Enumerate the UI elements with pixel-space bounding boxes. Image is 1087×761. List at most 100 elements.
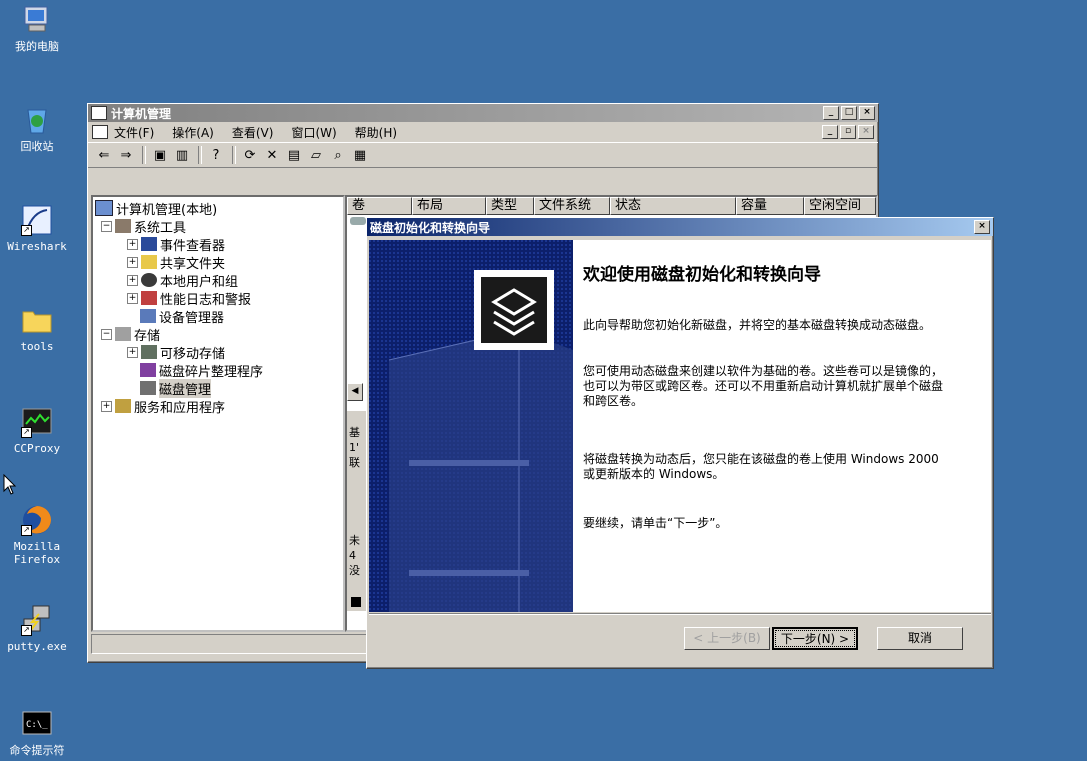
back-arrow-icon[interactable]: ⇐ [94,146,114,164]
cancel-button[interactable]: 取消 [877,627,963,650]
desktop-icon-recycle-bin[interactable]: 回收站 [0,104,74,153]
wizard-paragraph-1: 此向导帮助您初始化新磁盘，并将空的基本磁盘转换成动态磁盘。 [583,318,932,332]
collapse-toggle[interactable]: − [101,220,112,232]
wizard-paragraph-2: 您可使用动态磁盘来创建以软件为基础的卷。这些卷可以是镜像的，也可以为带区或跨区卷… [583,364,944,408]
tree-node-label: 共享文件夹 [160,256,226,272]
tree-node-label: 存储 [134,328,161,344]
delete-icon[interactable]: ✕ [262,146,282,164]
partial-text: 联 [349,456,360,469]
horizontal-scroll-left-button[interactable]: ◀ [347,383,363,401]
partial-text: 未 [349,534,360,547]
desktop-icon-label: 命令提示符 [9,744,65,757]
desktop-icon-label: CCProxy [13,442,61,455]
toolbar-separator [198,146,202,164]
partial-text: 4 [349,549,356,562]
computer-management-icon [95,200,113,216]
menu-bar: 文件(F) 操作(A) 查看(V) 窗口(W) 帮助(H) _ ▫ × [88,122,878,142]
column-header-free-space[interactable]: 空闲空间 [804,197,876,215]
tree-node-services[interactable]: + 服务和应用程序 [101,397,226,416]
desktop-icon-label: 我的电脑 [15,40,59,53]
column-header-status[interactable]: 状态 [610,197,736,215]
tree-node-event-viewer[interactable]: + 事件查看器 [127,235,226,254]
tree-node-perf-logs[interactable]: + 性能日志和警报 [127,289,252,308]
minimize-button[interactable]: _ [823,106,839,120]
expand-toggle[interactable]: + [101,400,112,412]
disk-stack-illustration [369,240,573,612]
column-header-capacity[interactable]: 容量 [736,197,804,215]
unallocated-legend-swatch [351,597,361,607]
desktop-icon-label: 回收站 [20,140,54,153]
menu-help[interactable]: 帮助(H) [355,124,397,141]
column-header-layout[interactable]: 布局 [412,197,486,215]
close-button[interactable]: × [859,106,875,120]
show-tree-icon[interactable]: ▥ [172,146,192,164]
tree-node-label: 性能日志和警报 [160,292,252,308]
svg-text:C:\_: C:\_ [26,720,48,730]
desktop-icon-tools[interactable]: tools [0,304,74,353]
tree-node-label: 磁盘碎片整理程序 [159,364,264,380]
shortcut-arrow-icon: ↗ [21,625,32,636]
shared-folder-icon [141,255,157,269]
tree-node-system-tools[interactable]: − 系统工具 [101,217,186,236]
back-button[interactable]: < 上一步(B) [684,627,770,650]
forward-arrow-icon[interactable]: ⇒ [116,146,136,164]
expand-toggle[interactable]: + [127,346,138,358]
disk-wizard-dialog: 磁盘初始化和转换向导 × 欢迎使用磁盘初始化和转换向导 此向导帮助您初始化新磁盘… [366,217,994,669]
tree-node-label: 计算机管理(本地) [116,202,218,218]
menu-file[interactable]: 文件(F) [114,124,154,141]
column-header-type[interactable]: 类型 [486,197,534,215]
menu-view[interactable]: 查看(V) [232,124,274,141]
collapse-toggle[interactable]: − [101,328,112,340]
expand-toggle[interactable]: + [127,256,138,268]
tree-node-disk-management[interactable]: 磁盘管理 [140,378,212,398]
maximize-button[interactable]: □ [841,106,857,120]
ccproxy-icon: ↗ [21,406,53,438]
tree-node-defrag[interactable]: 磁盘碎片整理程序 [140,361,264,380]
open-folder-icon[interactable]: ▱ [306,146,326,164]
wizard-title: 磁盘初始化和转换向导 [370,220,491,235]
column-header-volume[interactable]: 卷 [347,197,412,215]
desktop-icon-putty[interactable]: ↗ putty.exe [0,604,74,653]
tree-node-storage[interactable]: − 存储 [101,325,161,344]
disk-settings-icon[interactable]: ▦ [350,146,370,164]
tree-node-shared-folders[interactable]: + 共享文件夹 [127,253,226,272]
desktop-icon-my-computer[interactable]: 我的电脑 [0,4,74,53]
child-minimize-button[interactable]: _ [822,125,838,139]
tree-node-removable[interactable]: + 可移动存储 [127,343,225,362]
properties-icon[interactable]: ▤ [284,146,304,164]
desktop-icon-wireshark[interactable]: ↗ Wireshark [0,204,74,253]
tree-node-local-users[interactable]: + 本地用户和组 [127,271,238,290]
column-header-filesystem[interactable]: 文件系统 [534,197,610,215]
wireshark-icon: ↗ [21,204,53,236]
child-close-button[interactable]: × [858,125,874,139]
defrag-icon [140,363,156,377]
expand-toggle[interactable]: + [127,274,138,286]
title-bar[interactable]: 计算机管理 _ □ × [88,104,878,122]
tree-node-label: 磁盘管理 [159,378,212,398]
help-icon[interactable]: ? [206,146,226,164]
wizard-button-separator [369,613,991,615]
services-icon [115,399,131,413]
menu-action[interactable]: 操作(A) [172,124,214,141]
tree-node-device-manager[interactable]: 设备管理器 [140,307,224,326]
next-button[interactable]: 下一步(N) > [772,627,858,650]
tree-node-label: 服务和应用程序 [134,400,226,416]
desktop-icon-firefox[interactable]: ↗ Mozilla Firefox [0,504,74,566]
expand-toggle[interactable]: + [127,238,138,250]
wizard-heading: 欢迎使用磁盘初始化和转换向导 [583,265,821,285]
desktop-icon-cmd[interactable]: C:\_ 命令提示符 [0,708,74,757]
wizard-title-bar[interactable]: 磁盘初始化和转换向导 × [367,218,993,236]
search-icon[interactable]: ⌕ [328,146,348,164]
disk-management-icon [140,381,156,395]
expand-toggle[interactable]: + [127,292,138,304]
tree-node-root[interactable]: 计算机管理(本地) [95,199,218,218]
menu-window[interactable]: 窗口(W) [291,124,336,141]
tree-node-label: 事件查看器 [160,238,226,254]
up-folder-icon[interactable]: ▣ [150,146,170,164]
refresh-icon[interactable]: ⟳ [240,146,260,164]
toolbar-separator [142,146,146,164]
wizard-close-button[interactable]: × [974,220,990,234]
wizard-content: 欢迎使用磁盘初始化和转换向导 此向导帮助您初始化新磁盘，并将空的基本磁盘转换成动… [573,240,991,612]
desktop-icon-ccproxy[interactable]: ↗ CCProxy [0,406,74,455]
child-restore-button[interactable]: ▫ [840,125,856,139]
